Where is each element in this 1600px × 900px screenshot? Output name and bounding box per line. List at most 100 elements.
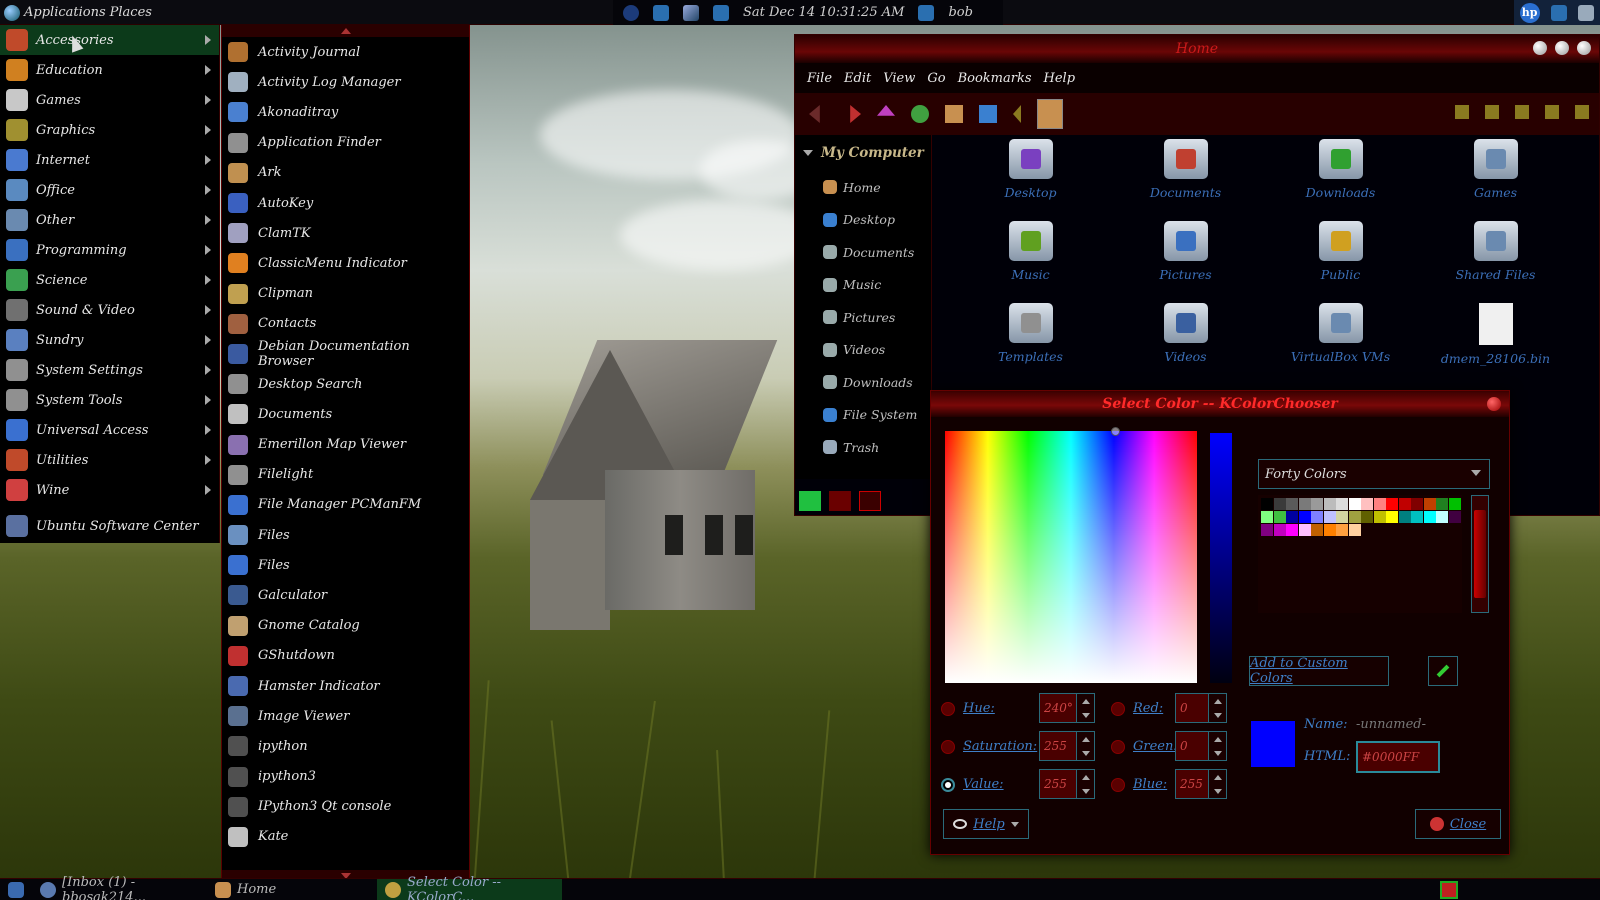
workspace-switcher[interactable] — [1440, 881, 1458, 899]
color-swatch[interactable] — [1373, 511, 1386, 523]
color-swatch[interactable] — [1311, 498, 1323, 510]
color-swatch[interactable] — [1261, 524, 1273, 536]
menu-item-programming[interactable]: Programming — [0, 235, 219, 265]
color-swatch[interactable] — [1323, 511, 1336, 523]
menu-item-internet[interactable]: Internet — [0, 145, 219, 175]
close-pane-icon[interactable] — [859, 491, 881, 511]
hp-logo-icon[interactable]: hp — [1519, 2, 1540, 23]
tray-app-icon[interactable] — [653, 4, 669, 21]
submenu-item-image-viewer[interactable]: Image Viewer — [222, 701, 469, 731]
minimize-button[interactable] — [1533, 41, 1547, 55]
green-input[interactable]: 0 — [1175, 731, 1209, 761]
picker-cursor[interactable] — [1111, 427, 1120, 436]
menu-item-universal-access[interactable]: Universal Access — [0, 415, 219, 445]
menu-go[interactable]: Go — [927, 71, 945, 86]
sidebar-item-file-system[interactable]: File System — [795, 399, 931, 432]
submenu-item-files[interactable]: Files — [222, 550, 469, 580]
red-input[interactable]: 0 — [1175, 693, 1209, 723]
menu-item-system-settings[interactable]: System Settings — [0, 355, 219, 385]
location-icon[interactable] — [1455, 105, 1469, 119]
submenu-item-kate[interactable]: Kate — [222, 822, 469, 852]
color-swatch[interactable] — [1348, 498, 1361, 510]
color-swatch[interactable] — [1348, 524, 1361, 536]
submenu-item-classicmenu-indicator[interactable]: ClassicMenu Indicator — [222, 248, 469, 278]
color-swatch[interactable] — [1336, 498, 1348, 510]
show-desktop-button[interactable] — [0, 879, 32, 900]
sidebar-header[interactable]: My Computer — [795, 135, 931, 171]
window-titlebar[interactable]: Home — [795, 35, 1599, 63]
green-radio[interactable] — [1111, 739, 1125, 754]
maximize-button[interactable] — [1555, 41, 1569, 55]
menu-item-education[interactable]: Education — [0, 55, 219, 85]
color-swatch[interactable] — [1361, 511, 1373, 523]
back-icon[interactable] — [809, 105, 820, 123]
reload-icon[interactable] — [911, 105, 929, 123]
sidebar-item-downloads[interactable]: Downloads — [795, 366, 931, 399]
file-item[interactable]: Music — [953, 221, 1108, 293]
hue-radio[interactable] — [941, 701, 955, 716]
color-swatch[interactable] — [1336, 511, 1348, 523]
color-swatch[interactable] — [1423, 498, 1436, 510]
submenu-scroll-up[interactable] — [222, 25, 469, 37]
menu-item-system-tools[interactable]: System Tools — [0, 385, 219, 415]
value-radio[interactable] — [941, 777, 955, 792]
computer-icon[interactable] — [979, 105, 997, 123]
color-swatch[interactable] — [1286, 498, 1298, 510]
submenu-item-filelight[interactable]: Filelight — [222, 460, 469, 490]
network-icon[interactable] — [683, 4, 699, 21]
close-button[interactable] — [1577, 41, 1591, 55]
color-swatch[interactable] — [1411, 511, 1423, 523]
submenu-item-galculator[interactable]: Galculator — [222, 580, 469, 610]
file-item[interactable]: Pictures — [1108, 221, 1263, 293]
applications-menu-button[interactable]: Applications — [24, 5, 106, 20]
submenu-item-ark[interactable]: Ark — [222, 158, 469, 188]
color-swatch[interactable] — [1261, 511, 1273, 523]
file-item[interactable]: Shared Files — [1418, 221, 1573, 293]
file-item[interactable]: Videos — [1108, 303, 1263, 375]
sidebar-item-pictures[interactable]: Pictures — [795, 301, 931, 334]
close-dialog-button[interactable]: Close — [1415, 809, 1501, 839]
bluetooth-icon[interactable] — [623, 4, 639, 21]
color-swatch[interactable] — [1386, 498, 1398, 510]
color-swatch[interactable] — [1386, 511, 1398, 523]
file-item[interactable]: Templates — [953, 303, 1108, 375]
sidebar-item-music[interactable]: Music — [795, 269, 931, 302]
task-thunderbird[interactable]: [Inbox (1) - bbosak214... — [32, 875, 207, 900]
value-slider[interactable] — [1210, 433, 1232, 683]
submenu-item-ipython3[interactable]: ipython3 — [222, 762, 469, 792]
file-item[interactable]: Documents — [1108, 139, 1263, 211]
menu-help[interactable]: Help — [1044, 71, 1076, 86]
color-swatch[interactable] — [1348, 511, 1361, 523]
color-swatch[interactable] — [1311, 524, 1323, 536]
home-icon[interactable] — [945, 105, 963, 123]
sidebar-item-documents[interactable]: Documents — [795, 236, 931, 269]
menu-item-graphics[interactable]: Graphics — [0, 115, 219, 145]
color-swatch[interactable] — [1286, 524, 1298, 536]
icon-view-icon[interactable] — [1515, 105, 1529, 119]
value-input[interactable]: 255 — [1039, 769, 1077, 799]
submenu-item-gshutdown[interactable]: GShutdown — [222, 641, 469, 671]
menu-item-accessories[interactable]: Accessories — [0, 25, 219, 55]
path-home-button[interactable] — [1037, 99, 1063, 129]
task-color-chooser[interactable]: Select Color -- KColorC... — [377, 875, 562, 900]
display-icon[interactable] — [713, 4, 729, 21]
color-swatch[interactable] — [1311, 511, 1323, 523]
submenu-item-ipython3-qt-console[interactable]: IPython3 Qt console — [222, 792, 469, 822]
sidebar-item-desktop[interactable]: Desktop — [795, 204, 931, 237]
file-item[interactable]: Downloads — [1263, 139, 1418, 211]
menu-edit[interactable]: Edit — [844, 71, 871, 86]
color-swatch[interactable] — [1298, 498, 1311, 510]
hue-stepper[interactable] — [1077, 693, 1095, 723]
menu-item-sundry[interactable]: Sundry — [0, 325, 219, 355]
cloud-icon[interactable] — [1578, 4, 1595, 21]
menu-item-games[interactable]: Games — [0, 85, 219, 115]
color-swatch[interactable] — [1361, 498, 1373, 510]
color-swatch[interactable] — [1448, 498, 1461, 510]
places-menu-button[interactable]: Places — [110, 5, 152, 20]
tree-view-icon[interactable] — [829, 491, 851, 511]
color-swatch[interactable] — [1298, 524, 1311, 536]
color-swatch[interactable] — [1323, 524, 1336, 536]
submenu-item-clipman[interactable]: Clipman — [222, 279, 469, 309]
dialog-titlebar[interactable]: Select Color -- KColorChooser — [931, 391, 1509, 417]
value-stepper[interactable] — [1077, 769, 1095, 799]
